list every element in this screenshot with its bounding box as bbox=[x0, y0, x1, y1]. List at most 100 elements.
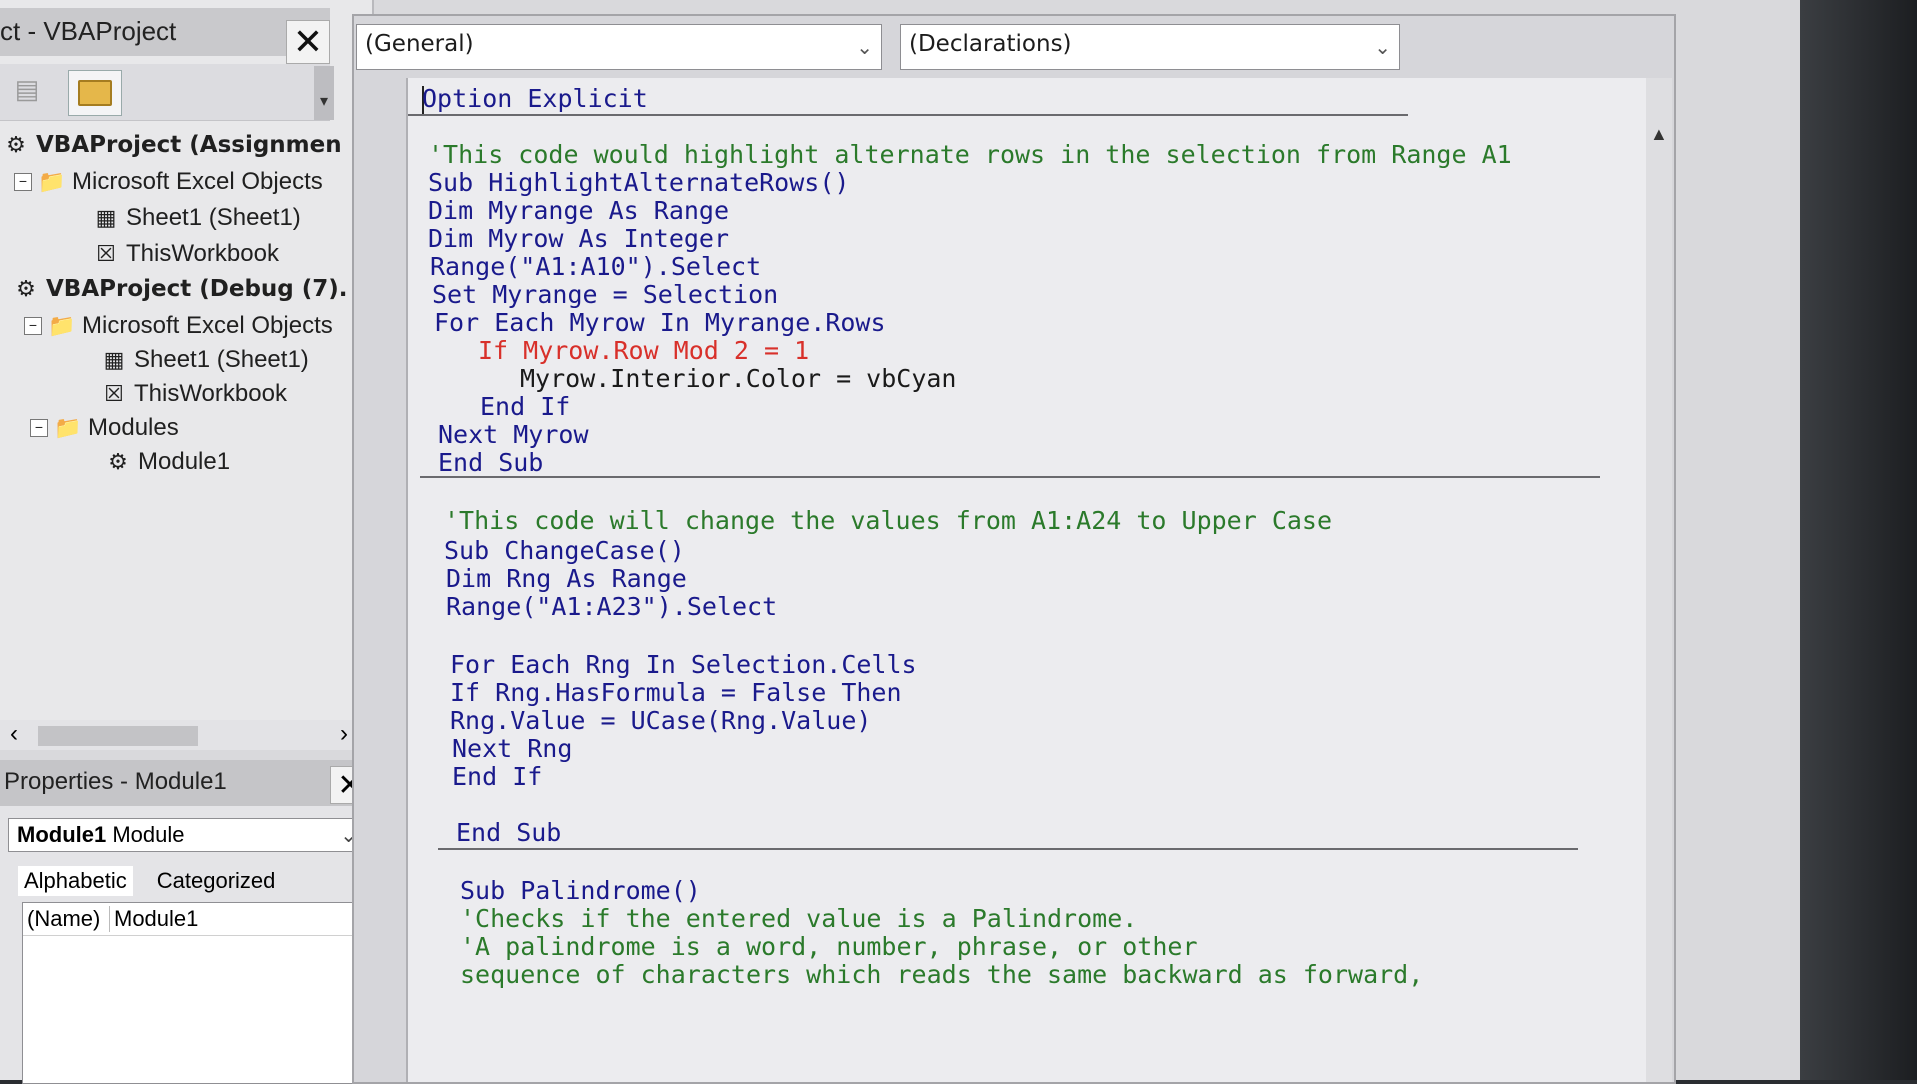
tree-node-vbaproject-debug[interactable]: ⚙ VBAProject (Debug (7). bbox=[12, 276, 348, 302]
tree-node-label: Microsoft Excel Objects bbox=[82, 312, 333, 339]
code-line: End If bbox=[452, 762, 543, 791]
scroll-left-icon[interactable]: ‹ bbox=[10, 720, 18, 748]
tree-node-excel-objects-2[interactable]: − 📁 Microsoft Excel Objects bbox=[24, 312, 333, 340]
code-line-error: If Myrow.Row Mod 2 = 1 bbox=[478, 336, 810, 365]
view-object-icon[interactable]: ▤ bbox=[8, 74, 46, 110]
tree-node-label: ThisWorkbook bbox=[126, 240, 279, 267]
project-explorer: ct - VBAProject ✕ ▤ ▾ ⚙ VBAProject (Assi… bbox=[0, 0, 374, 750]
tree-node-label: Microsoft Excel Objects bbox=[72, 168, 323, 195]
folder-icon: 📁 bbox=[54, 415, 82, 440]
tree-node-module1[interactable]: ⚙ Module1 bbox=[104, 448, 230, 476]
code-line: End Sub bbox=[438, 448, 544, 477]
tree-node-sheet1-1[interactable]: ▦ Sheet1 (Sheet1) bbox=[92, 204, 301, 232]
code-line: Rng.Value = UCase(Rng.Value) bbox=[450, 706, 872, 735]
chevron-down-icon: ⌄ bbox=[856, 35, 873, 59]
vbe-window: ct - VBAProject ✕ ▤ ▾ ⚙ VBAProject (Assi… bbox=[0, 0, 1800, 1084]
tree-node-label: Module1 bbox=[138, 448, 231, 475]
properties-titlebar: Properties - Module1 ✕ bbox=[0, 760, 370, 806]
scroll-thumb[interactable] bbox=[38, 726, 198, 746]
code-line: Sub ChangeCase() bbox=[444, 536, 685, 565]
properties-title: Properties - Module1 bbox=[4, 768, 227, 795]
code-line: Set Myrange = Selection bbox=[432, 280, 779, 309]
toggle-folders-button[interactable] bbox=[68, 70, 122, 116]
tree-node-label: VBAProject (Debug (7). bbox=[46, 276, 348, 302]
properties-window: Properties - Module1 ✕ Module1 Module ⌄ … bbox=[0, 760, 372, 1084]
code-line: Dim Myrow As Integer bbox=[428, 224, 730, 253]
tree-node-thisworkbook-2[interactable]: ☒ ThisWorkbook bbox=[100, 380, 287, 408]
tree-node-label: Modules bbox=[88, 414, 179, 441]
scroll-up-icon[interactable]: ▲ bbox=[1650, 124, 1668, 145]
code-line: 'Checks if the entered value is a Palind… bbox=[460, 904, 1138, 933]
tab-alphabetic[interactable]: Alphabetic bbox=[18, 866, 133, 896]
code-line: Myrow.Interior.Color = vbCyan bbox=[520, 364, 957, 393]
project-title: ct - VBAProject bbox=[0, 16, 177, 46]
vbaproject-icon: ⚙ bbox=[16, 276, 36, 301]
project-close-button[interactable]: ✕ bbox=[286, 20, 330, 64]
object-name: Module1 bbox=[17, 822, 107, 847]
workbook-icon: ☒ bbox=[104, 381, 124, 406]
code-line: Next Rng bbox=[452, 734, 573, 763]
property-value[interactable]: Module1 bbox=[110, 906, 198, 932]
object-selector[interactable]: Module1 Module ⌄ bbox=[8, 818, 368, 852]
code-line: Dim Myrange As Range bbox=[428, 196, 730, 225]
tree-node-label: VBAProject (Assignmen bbox=[36, 132, 342, 158]
module-icon: ⚙ bbox=[108, 449, 128, 474]
properties-grid: (Name) Module1 bbox=[22, 902, 372, 1084]
code-line: For Each Rng In Selection.Cells bbox=[450, 650, 917, 679]
code-line: 'This code would highlight alternate row… bbox=[428, 140, 1512, 169]
project-toolbar: ▤ bbox=[0, 64, 330, 121]
vbaproject-icon: ⚙ bbox=[6, 132, 26, 157]
code-line: Next Myrow bbox=[438, 420, 589, 449]
code-line: Dim Rng As Range bbox=[446, 564, 687, 593]
code-line: sequence of characters which reads the s… bbox=[460, 960, 1424, 989]
object-combo[interactable]: (General) ⌄ bbox=[356, 24, 882, 70]
property-key: (Name) bbox=[23, 906, 110, 932]
folder-icon: 📁 bbox=[48, 313, 76, 338]
procedure-separator bbox=[420, 476, 1600, 478]
sheet-icon: ▦ bbox=[95, 205, 117, 230]
project-tree: ⚙ VBAProject (Assignmen − 📁 Microsoft Ex… bbox=[0, 124, 347, 694]
collapse-icon[interactable]: − bbox=[30, 419, 48, 437]
code-line: End Sub bbox=[456, 818, 562, 847]
code-line: For Each Myrow In Myrange.Rows bbox=[434, 308, 886, 337]
procedure-separator bbox=[408, 114, 1408, 116]
collapse-icon[interactable]: − bbox=[14, 173, 32, 191]
folder-icon: 📁 bbox=[38, 169, 66, 194]
tree-node-label: Sheet1 (Sheet1) bbox=[126, 204, 301, 231]
procedure-separator bbox=[438, 848, 1578, 850]
tree-node-excel-objects-1[interactable]: − 📁 Microsoft Excel Objects bbox=[14, 168, 323, 196]
folder-icon bbox=[78, 80, 112, 106]
tree-node-label: Sheet1 (Sheet1) bbox=[134, 346, 309, 373]
code-line: If Rng.HasFormula = False Then bbox=[450, 678, 902, 707]
code-editor[interactable]: Option Explicit 'This code would highlig… bbox=[406, 78, 1648, 1082]
code-line: Sub HighlightAlternateRows() bbox=[428, 168, 850, 197]
monitor-bezel bbox=[1800, 0, 1917, 1080]
code-window: (General) ⌄ (Declarations) ⌄ Option Expl… bbox=[352, 14, 1676, 1084]
object-combo-value: (General) bbox=[365, 31, 474, 57]
toolbar-overflow-icon[interactable]: ▾ bbox=[314, 66, 334, 120]
tree-node-vbaproject-assignment[interactable]: ⚙ VBAProject (Assignmen bbox=[2, 132, 342, 158]
properties-tabs: Alphabetic Categorized bbox=[18, 866, 281, 896]
code-line: Range("A1:A23").Select bbox=[446, 592, 778, 621]
project-hscrollbar[interactable]: ‹ › bbox=[0, 720, 360, 750]
tree-node-thisworkbook-1[interactable]: ☒ ThisWorkbook bbox=[92, 240, 279, 268]
workbook-icon: ☒ bbox=[96, 241, 116, 266]
sheet-icon: ▦ bbox=[103, 347, 125, 372]
code-line: Option Explicit bbox=[422, 84, 648, 113]
procedure-combo-value: (Declarations) bbox=[909, 31, 1072, 57]
tree-node-label: ThisWorkbook bbox=[134, 380, 287, 407]
code-line: End If bbox=[480, 392, 571, 421]
code-line: Range("A1:A10").Select bbox=[430, 252, 762, 281]
code-line: 'A palindrome is a word, number, phrase,… bbox=[460, 932, 1198, 961]
chevron-down-icon: ⌄ bbox=[1374, 35, 1391, 59]
tab-categorized[interactable]: Categorized bbox=[151, 866, 282, 896]
collapse-icon[interactable]: − bbox=[24, 317, 42, 335]
code-line: 'This code will change the values from A… bbox=[444, 506, 1333, 535]
property-row[interactable]: (Name) Module1 bbox=[23, 903, 371, 936]
procedure-combo[interactable]: (Declarations) ⌄ bbox=[900, 24, 1400, 70]
code-vscrollbar[interactable]: ▲ bbox=[1646, 78, 1672, 1082]
tree-node-sheet1-2[interactable]: ▦ Sheet1 (Sheet1) bbox=[100, 346, 309, 374]
tree-node-modules[interactable]: − 📁 Modules bbox=[30, 414, 179, 442]
scroll-right-icon[interactable]: › bbox=[340, 720, 348, 748]
object-type: Module bbox=[112, 822, 185, 847]
